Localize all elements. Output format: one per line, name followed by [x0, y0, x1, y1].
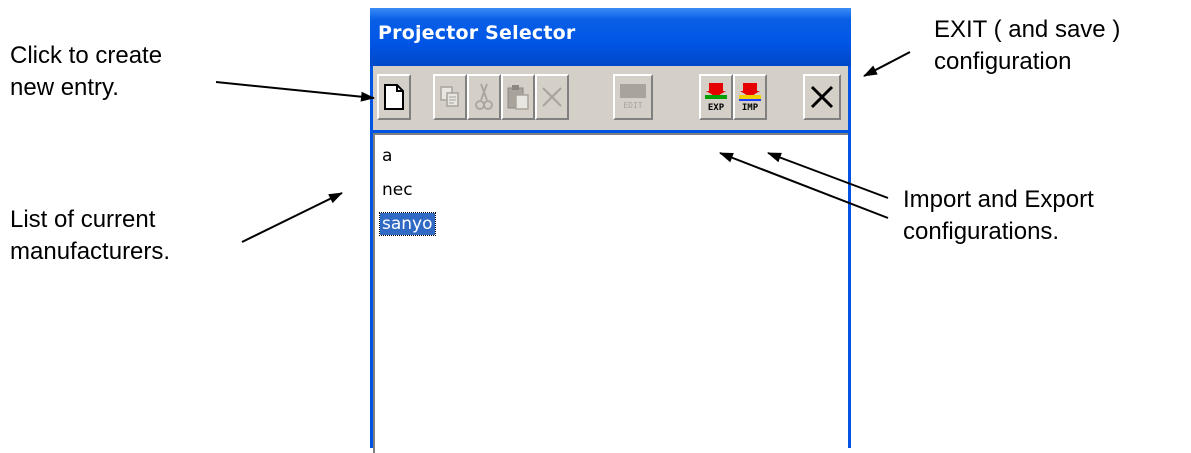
list-item[interactable]: nec	[380, 179, 415, 201]
export-button[interactable]: EXP	[699, 74, 733, 120]
new-document-icon	[384, 84, 404, 110]
paste-button[interactable]	[501, 74, 535, 120]
title-bar[interactable]: Projector Selector	[370, 8, 851, 66]
scissors-icon	[475, 83, 493, 110]
annotation-create-entry: Click to create new entry.	[10, 42, 163, 101]
import-button[interactable]: IMP	[733, 74, 767, 120]
copy-icon	[440, 86, 459, 107]
arrow-exit	[863, 51, 911, 77]
delete-x-icon	[542, 87, 562, 107]
toolbar: EDIT EXP IMP	[373, 66, 848, 130]
manufacturer-list[interactable]: a nec sanyo	[373, 133, 848, 453]
exit-button[interactable]	[803, 74, 841, 120]
edit-label: EDIT	[623, 101, 642, 110]
edit-icon: EDIT	[620, 84, 646, 110]
list-item-selected[interactable]: sanyo	[379, 212, 436, 236]
import-label: IMP	[742, 103, 759, 113]
annotation-import-export: Import and Export configurations.	[903, 186, 1094, 245]
list-item[interactable]: a	[380, 145, 394, 167]
annotation-manufacturer-list: List of current manufacturers.	[10, 206, 171, 265]
projector-selector-window: Projector Selector EDIT EXP IMP a nec sa…	[370, 8, 851, 453]
window-title: Projector Selector	[378, 22, 576, 44]
paste-icon	[507, 85, 529, 110]
export-icon: EXP	[705, 83, 727, 113]
copy-button[interactable]	[433, 74, 467, 120]
delete-button[interactable]	[535, 74, 569, 120]
export-label: EXP	[708, 103, 725, 113]
edit-button[interactable]: EDIT	[613, 74, 653, 120]
cut-button[interactable]	[467, 74, 501, 120]
import-icon: IMP	[739, 83, 761, 113]
annotation-exit: EXIT ( and save ) configuration	[934, 16, 1121, 75]
new-entry-button[interactable]	[377, 74, 411, 120]
arrow-list	[241, 192, 343, 243]
close-icon	[810, 85, 834, 109]
